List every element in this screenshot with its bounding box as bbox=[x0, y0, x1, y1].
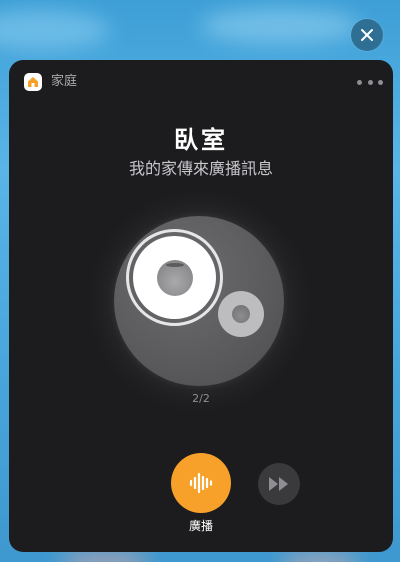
page-indicator: 2/2 bbox=[192, 392, 210, 405]
selected-speaker-disc bbox=[133, 236, 216, 319]
intercom-subtitle: 我的家傳來廣播訊息 bbox=[128, 159, 273, 178]
intercom-card: 家庭 臥室 我的家傳來廣播訊息 2/2 廣播 bbox=[9, 60, 393, 552]
intercom-label: 廣播 bbox=[188, 519, 213, 533]
homepod-icon bbox=[156, 259, 193, 296]
ellipsis-icon bbox=[378, 79, 383, 85]
speaker-visual bbox=[114, 216, 284, 386]
close-button[interactable] bbox=[351, 19, 383, 51]
secondary-speaker-disc bbox=[218, 291, 264, 337]
screen: 家庭 臥室 我的家傳來廣播訊息 2/2 廣播 bbox=[0, 0, 400, 562]
fast-forward-icon bbox=[269, 477, 288, 491]
ellipsis-icon bbox=[357, 79, 362, 85]
room-title: 臥室 bbox=[174, 126, 228, 154]
background-blur bbox=[0, 10, 110, 50]
selected-speaker-ring bbox=[126, 229, 223, 326]
waveform-icon bbox=[189, 472, 213, 494]
more-options-button[interactable] bbox=[357, 74, 383, 90]
ellipsis-icon bbox=[367, 79, 373, 85]
background-blur bbox=[280, 552, 360, 562]
homepod-mini-icon bbox=[232, 305, 250, 323]
app-label: 家庭 bbox=[51, 74, 78, 89]
house-icon bbox=[24, 73, 42, 91]
close-icon bbox=[361, 29, 373, 41]
intercom-button[interactable] bbox=[171, 453, 231, 513]
skip-forward-button[interactable] bbox=[258, 463, 300, 505]
background-blur bbox=[200, 8, 360, 44]
card-header: 家庭 bbox=[9, 60, 393, 106]
